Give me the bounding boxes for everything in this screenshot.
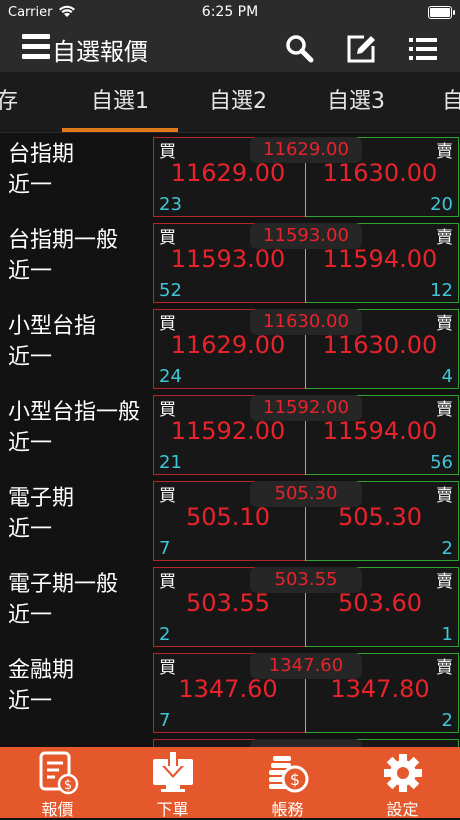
quote-row-partial[interactable] — [0, 735, 460, 747]
svg-text:$: $ — [64, 778, 72, 793]
quote-box: 買 賣 11592.00 11592.00 11594.00 21 56 — [153, 395, 459, 475]
contract-month: 近一 — [8, 517, 53, 542]
gear-icon — [384, 754, 422, 792]
quote-box: 買 賣 11629.00 11629.00 11630.00 23 20 — [153, 137, 459, 217]
ask-price: 505.30 — [338, 503, 422, 531]
quote-box — [153, 739, 459, 747]
page-title: 自選報價 — [52, 38, 148, 66]
bid-quantity: 24 — [159, 366, 182, 387]
bottom-tab-label: 報價 — [41, 800, 74, 819]
bid-price: 1347.60 — [178, 675, 278, 703]
ask-quantity: 56 — [430, 452, 453, 473]
ask-price: 11594.00 — [322, 245, 438, 273]
tab-inventory[interactable]: 庫存 — [0, 72, 54, 132]
quote-box: 買 賣 11630.00 11629.00 11630.00 24 4 — [153, 309, 459, 389]
bottom-tab-label: 下單 — [156, 800, 189, 819]
bottom-tab-accounting[interactable]: $ 帳務 — [230, 747, 345, 819]
bottom-tab-order[interactable]: 下單 — [115, 747, 230, 819]
bid-price: 11629.00 — [170, 159, 286, 187]
quote-box: 買 賣 505.30 505.10 505.30 7 2 — [153, 481, 459, 561]
contract-month: 近一 — [8, 345, 53, 370]
hamburger-menu-icon[interactable] — [22, 34, 50, 60]
ask-quantity: 1 — [441, 624, 453, 645]
order-download-icon — [153, 752, 193, 792]
bottom-tab-label: 設定 — [386, 800, 419, 819]
quote-box: 買 賣 1347.60 1347.60 1347.80 7 2 — [153, 653, 459, 733]
bid-quantity: 7 — [159, 538, 171, 559]
tab-watchlist-3[interactable]: 自選3 — [298, 72, 414, 132]
contract-name: 電子期 — [8, 486, 75, 511]
ask-quantity: 12 — [430, 280, 453, 301]
contract-name: 台指期 — [8, 142, 75, 167]
bid-price: 11592.00 — [170, 417, 286, 445]
contract-month: 近一 — [8, 173, 53, 198]
contract-month: 近一 — [8, 431, 53, 456]
quote-row[interactable]: 小型台指近一 買 賣 11630.00 11629.00 11630.00 24… — [0, 305, 460, 391]
ask-quantity: 4 — [441, 366, 453, 387]
quote-row[interactable]: 台指期一般近一 買 賣 11593.00 11593.00 11594.00 5… — [0, 219, 460, 305]
bottom-tab-label: 帳務 — [271, 800, 304, 819]
bid-price: 503.55 — [186, 589, 270, 617]
bid-quantity: 7 — [159, 710, 171, 731]
bid-quantity: 23 — [159, 194, 182, 215]
ask-quantity: 20 — [430, 194, 453, 215]
quote-row[interactable]: 電子期近一 買 賣 505.30 505.10 505.30 7 2 — [0, 477, 460, 563]
ask-price: 11630.00 — [322, 159, 438, 187]
bottom-tab-bar: $ 報價 下單 $ 帳務 設定 — [0, 747, 460, 819]
edit-icon[interactable] — [344, 32, 378, 66]
contract-name: 電子期一般 — [8, 572, 119, 597]
bottom-tab-settings[interactable]: 設定 — [345, 747, 460, 819]
ask-quantity: 2 — [441, 710, 453, 731]
quote-row[interactable]: 小型台指一般 近一 買 賣 11592.00 11592.00 11594.00 … — [0, 391, 460, 477]
ask-price: 503.60 — [338, 589, 422, 617]
bid-quantity: 2 — [159, 624, 171, 645]
contract-month: 近一 — [8, 603, 53, 628]
contract-name: 小型台指一般 — [8, 400, 141, 425]
ask-price: 11594.00 — [322, 417, 438, 445]
quote-box: 買 賣 503.55 503.55 503.60 2 1 — [153, 567, 459, 647]
quote-box: 買 賣 11593.00 11593.00 11594.00 52 12 — [153, 223, 459, 303]
bid-price: 505.10 — [186, 503, 270, 531]
contract-name: 台指期一般 — [8, 228, 119, 253]
bottom-tab-quote[interactable]: $ 報價 — [0, 747, 115, 819]
watchlist-tabs: 庫存 自選1 自選2 自選3 自 — [0, 72, 460, 133]
bid-quantity: 52 — [159, 280, 182, 301]
status-time: 6:25 PM — [201, 4, 259, 20]
tab-watchlist-1[interactable]: 自選1 — [62, 72, 178, 132]
contract-month: 近一 — [8, 259, 53, 284]
quote-doc-icon: $ — [39, 751, 79, 795]
quote-row[interactable]: 電子期一般近一 買 賣 503.55 503.55 503.60 2 1 — [0, 563, 460, 649]
svg-text:$: $ — [290, 770, 300, 789]
quote-row[interactable]: 金融期近一 買 賣 1347.60 1347.60 1347.80 7 2 — [0, 649, 460, 735]
contract-name: 金融期 — [8, 658, 75, 683]
search-icon[interactable] — [283, 32, 317, 66]
bid-price: 11629.00 — [170, 331, 286, 359]
contract-month: 近一 — [8, 689, 53, 714]
status-bar: Carrier 6:25 PM — [0, 0, 460, 26]
list-icon[interactable] — [406, 32, 440, 66]
nav-bar: 自選報價 — [0, 26, 460, 72]
ask-price: 11630.00 — [322, 331, 438, 359]
quote-row[interactable]: 台指期近一 買 賣 11629.00 11629.00 11630.00 23 … — [0, 133, 460, 219]
ask-quantity: 2 — [441, 538, 453, 559]
tab-watchlist-4[interactable]: 自 — [416, 72, 460, 132]
last-price — [250, 739, 362, 747]
ask-price: 1347.80 — [330, 675, 430, 703]
quote-list: 台指期近一 買 賣 11629.00 11629.00 11630.00 23 … — [0, 133, 460, 747]
tab-watchlist-2[interactable]: 自選2 — [180, 72, 296, 132]
bid-quantity: 21 — [159, 452, 182, 473]
battery-icon — [428, 6, 455, 19]
coins-icon: $ — [269, 756, 309, 793]
contract-name: 小型台指 — [8, 314, 97, 339]
bid-price: 11593.00 — [170, 245, 286, 273]
